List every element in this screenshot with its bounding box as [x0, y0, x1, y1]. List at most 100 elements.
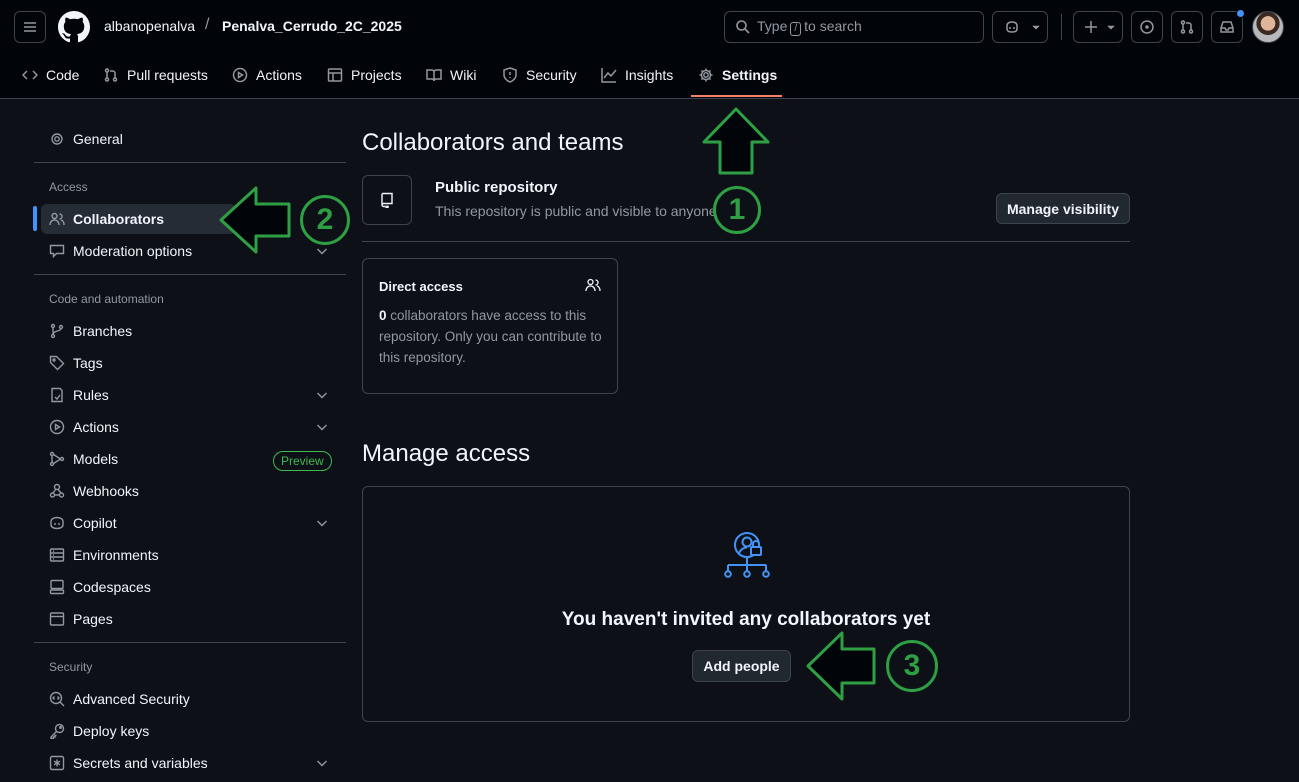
sidebar-item-label: Webhooks	[73, 483, 139, 499]
sidebar-heading-code-automation: Code and automation	[49, 292, 164, 306]
sidebar-heading-security: Security	[49, 660, 93, 674]
tab-projects[interactable]: Projects	[319, 58, 410, 92]
annotation-arrow-up-icon	[702, 107, 770, 175]
github-logo-icon[interactable]	[58, 11, 90, 43]
sidebar-item-collaborators[interactable]: Collaborators	[41, 204, 236, 234]
tab-pull-requests[interactable]: Pull requests	[95, 58, 216, 92]
sidebar-divider	[34, 162, 346, 163]
sidebar-item-branches[interactable]: Branches	[41, 316, 346, 346]
sidebar-item-label: Environments	[73, 547, 159, 563]
create-new-button[interactable]	[1073, 11, 1123, 43]
tag-icon	[49, 355, 65, 371]
chevron-down-icon	[1107, 25, 1115, 30]
sidebar-item-moderation[interactable]: Moderation options	[41, 236, 346, 266]
preview-badge: Preview	[273, 451, 332, 471]
sidebar-item-actions[interactable]: Actions	[41, 412, 346, 442]
breadcrumb-separator: /	[205, 16, 210, 33]
empty-state-heading: You haven't invited any collaborators ye…	[561, 609, 931, 630]
sidebar-item-environments[interactable]: Environments	[41, 540, 346, 570]
hamburger-menu-button[interactable]	[14, 11, 46, 43]
pull-request-icon	[1180, 20, 1194, 34]
annotation-arrow-left-icon	[806, 631, 876, 701]
people-icon	[585, 278, 601, 292]
top-bar: albanopenalva / Penalva_Cerrudo_2C_2025 …	[0, 0, 1299, 99]
tab-code[interactable]: Code	[14, 58, 87, 92]
branch-icon	[50, 323, 64, 339]
annotation-step-2: 2	[300, 195, 350, 245]
repo-link[interactable]: Penalva_Cerrudo_2C_2025	[222, 18, 402, 34]
sidebar-item-label: Secrets and variables	[73, 755, 208, 771]
direct-access-text: 0 collaborators have access to this repo…	[379, 305, 607, 368]
visibility-title: Public repository	[435, 179, 558, 196]
search-icon	[736, 20, 750, 34]
page-title: Collaborators and teams	[362, 129, 624, 156]
add-people-button[interactable]: Add people	[692, 650, 791, 682]
book-icon	[426, 69, 442, 82]
active-tab-underline	[691, 95, 782, 97]
tab-wiki[interactable]: Wiki	[418, 58, 484, 92]
sidebar-item-label: Tags	[73, 355, 103, 371]
manage-visibility-button[interactable]: Manage visibility	[996, 193, 1130, 224]
sidebar-item-label: Codespaces	[73, 579, 151, 595]
tab-settings[interactable]: Settings	[690, 58, 785, 92]
browser-icon	[49, 612, 65, 626]
codespaces-icon	[49, 579, 65, 595]
search-input[interactable]: Type / to search	[724, 11, 984, 43]
sidebar-divider	[34, 274, 346, 275]
avatar[interactable]	[1252, 11, 1284, 43]
webhook-icon	[49, 483, 65, 498]
code-icon	[22, 70, 38, 80]
search-shortcut-key: /	[790, 22, 802, 36]
codescan-icon	[49, 691, 65, 707]
pull-request-icon	[104, 68, 118, 82]
direct-access-card: Direct access 0 collaborators have acces…	[362, 258, 618, 394]
owner-link[interactable]: albanopenalva	[104, 18, 195, 34]
sidebar-item-deploy-keys[interactable]: Deploy keys	[41, 716, 346, 746]
sidebar-item-label: Pages	[73, 611, 113, 627]
tab-actions-label: Actions	[256, 67, 302, 83]
sidebar-item-label: Advanced Security	[73, 691, 190, 707]
play-icon	[49, 419, 65, 435]
sidebar-heading-access: Access	[49, 180, 88, 194]
sidebar-item-pages[interactable]: Pages	[41, 604, 346, 634]
people-icon	[49, 212, 65, 226]
chevron-down-icon	[317, 248, 327, 255]
collaborator-count: 0	[379, 308, 387, 323]
tab-security[interactable]: Security	[494, 58, 585, 92]
sidebar-item-label: Actions	[73, 419, 119, 435]
menu-icon	[24, 22, 36, 32]
sidebar-item-copilot[interactable]: Copilot	[41, 508, 346, 538]
sidebar-item-tags[interactable]: Tags	[41, 348, 346, 378]
tab-actions[interactable]: Actions	[224, 58, 310, 92]
sidebar-item-codespaces[interactable]: Codespaces	[41, 572, 346, 602]
play-icon	[232, 67, 248, 83]
sidebar-item-general[interactable]: General	[41, 124, 346, 154]
issue-icon	[1140, 20, 1154, 34]
issues-button[interactable]	[1131, 11, 1163, 43]
sidebar-item-label: Copilot	[73, 515, 117, 531]
sidebar-item-label: Rules	[73, 387, 109, 403]
key-icon	[50, 723, 65, 739]
sidebar-item-secrets[interactable]: Secrets and variables	[41, 748, 346, 778]
sidebar-item-label: General	[73, 131, 123, 147]
sidebar-item-label: Moderation options	[73, 243, 193, 259]
header-divider	[1061, 14, 1062, 40]
sidebar-item-webhooks[interactable]: Webhooks	[41, 476, 346, 506]
tab-insights[interactable]: Insights	[593, 58, 681, 92]
comment-icon	[49, 244, 65, 259]
tab-code-label: Code	[46, 67, 80, 83]
chevron-down-icon	[317, 520, 327, 527]
inbox-icon	[1220, 21, 1234, 33]
chevron-down-icon	[317, 392, 327, 399]
gear-icon	[699, 68, 713, 82]
copilot-button[interactable]	[992, 11, 1048, 43]
sidebar-item-advanced-security[interactable]: Advanced Security	[41, 684, 346, 714]
manage-access-box: You haven't invited any collaborators ye…	[362, 486, 1130, 722]
tab-settings-label: Settings	[722, 67, 778, 83]
sidebar-item-rules[interactable]: Rules	[41, 380, 346, 410]
table-icon	[327, 68, 343, 82]
copilot-icon	[1006, 21, 1018, 33]
pull-requests-button[interactable]	[1171, 11, 1203, 43]
search-prefix: Type	[757, 18, 788, 34]
people-lock-icon	[724, 532, 770, 578]
